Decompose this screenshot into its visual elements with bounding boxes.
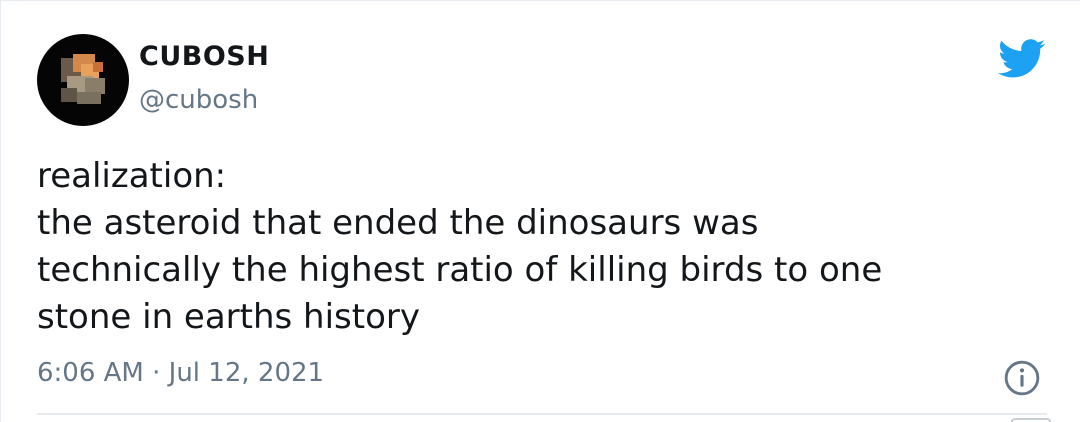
avatar-pixel xyxy=(61,88,77,102)
tweet-text-line: realization: xyxy=(37,156,227,196)
divider xyxy=(37,413,1047,415)
author-handle[interactable]: @cubosh xyxy=(139,85,258,115)
bottom-tab-edge xyxy=(1011,418,1051,422)
tweet-timestamp[interactable]: 6:06 AM · Jul 12, 2021 xyxy=(37,358,324,388)
avatar-pixel xyxy=(77,92,101,104)
tweet-card: CUBOSH @cubosh realization: the asteroid… xyxy=(0,0,1080,422)
author-display-name[interactable]: CUBOSH xyxy=(139,41,269,72)
info-icon[interactable] xyxy=(1003,359,1041,397)
tweet-text: realization: the asteroid that ended the… xyxy=(37,153,1047,341)
avatar[interactable] xyxy=(37,34,129,126)
twitter-bird-icon[interactable] xyxy=(997,39,1047,79)
tweet-text-line: the asteroid that ended the dinosaurs wa… xyxy=(37,203,759,243)
tweet-text-line: technically the highest ratio of killing… xyxy=(37,250,883,290)
avatar-pixel xyxy=(93,62,103,72)
tweet-text-line: stone in earths history xyxy=(37,297,420,337)
